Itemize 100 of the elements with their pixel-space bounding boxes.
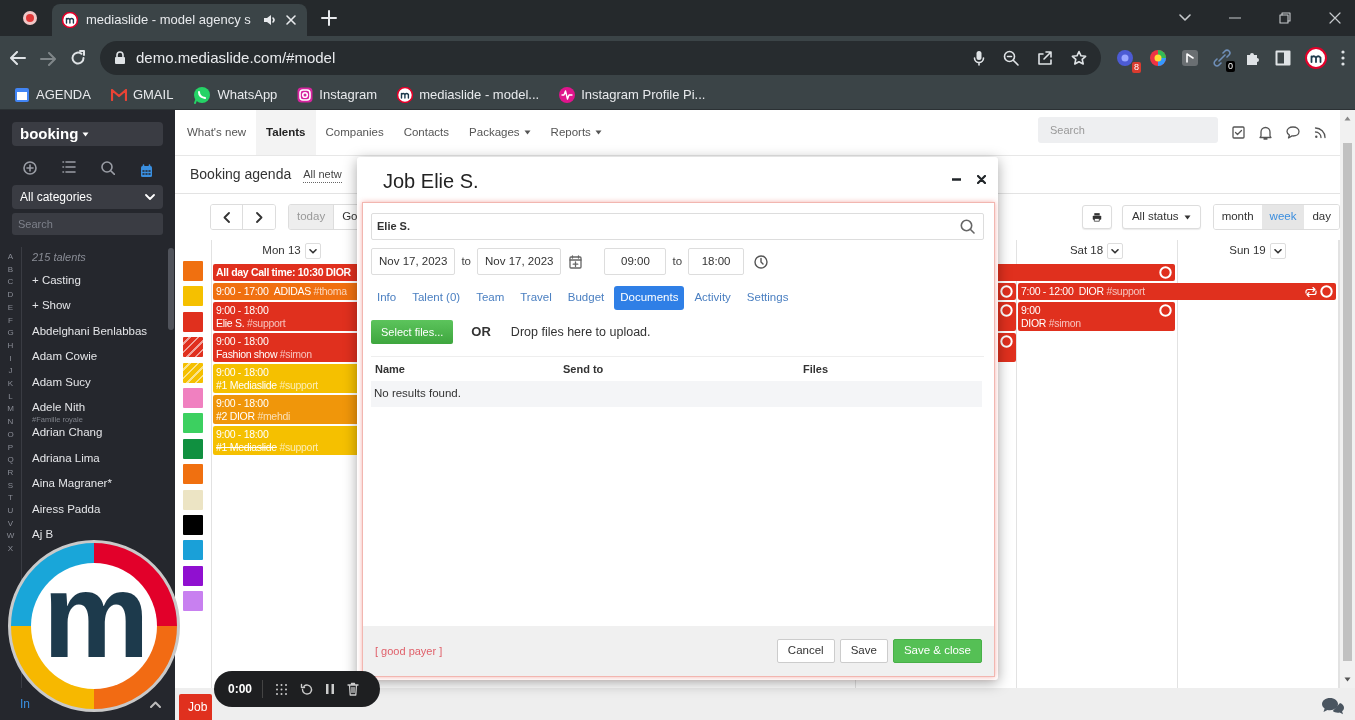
talent-item[interactable]: Airess Padda bbox=[32, 502, 101, 528]
color-swatch[interactable] bbox=[183, 591, 203, 612]
chat-icon[interactable] bbox=[1321, 696, 1345, 716]
job-tab[interactable]: Job bbox=[179, 694, 212, 720]
dialog-tab[interactable]: Info bbox=[371, 286, 403, 310]
grid-icon[interactable] bbox=[275, 682, 289, 696]
dialog-button[interactable]: Save bbox=[839, 639, 888, 663]
talent-field[interactable]: Elie S. bbox=[371, 213, 984, 240]
bell-icon[interactable] bbox=[1259, 125, 1272, 140]
alphabet-letter[interactable]: G bbox=[7, 327, 14, 340]
alphabet-letter[interactable]: C bbox=[7, 276, 14, 290]
talent-item[interactable]: Adrian Chang bbox=[32, 426, 103, 452]
status-dropdown[interactable]: All status bbox=[1121, 205, 1201, 229]
avatar-icon[interactable] bbox=[1305, 47, 1327, 69]
alphabet-letter[interactable]: F bbox=[8, 314, 13, 328]
share-icon[interactable] bbox=[1037, 50, 1053, 66]
color-swatch[interactable] bbox=[183, 514, 203, 535]
category-select[interactable]: All categories bbox=[12, 185, 163, 209]
workspace-dropdown[interactable]: booking bbox=[12, 122, 163, 146]
link-icon[interactable] bbox=[1213, 49, 1231, 67]
scroll-down-icon[interactable] bbox=[1344, 677, 1351, 682]
alphabet-letter[interactable]: M bbox=[7, 403, 14, 417]
reload-icon[interactable] bbox=[70, 50, 86, 66]
dialog-tab[interactable]: Budget bbox=[561, 286, 611, 310]
color-swatch[interactable] bbox=[183, 413, 203, 434]
close-icon[interactable] bbox=[977, 175, 986, 184]
nav-tab[interactable]: Talents bbox=[256, 110, 316, 155]
alphabet-letter[interactable]: D bbox=[7, 289, 14, 302]
date-field[interactable]: Nov 17, 2023 bbox=[477, 248, 562, 275]
day-menu-button[interactable] bbox=[1107, 243, 1124, 259]
list-icon[interactable] bbox=[61, 161, 76, 173]
alphabet-letter[interactable]: L bbox=[8, 390, 13, 404]
talent-item[interactable]: + Show bbox=[32, 299, 71, 325]
status-circle-icon[interactable] bbox=[1320, 285, 1333, 298]
search-field[interactable]: Search bbox=[1038, 117, 1218, 143]
day-menu-button[interactable] bbox=[1269, 243, 1286, 259]
bookmark[interactable]: Instagram Profile Pi... bbox=[559, 84, 706, 105]
color-swatch[interactable] bbox=[183, 489, 203, 510]
date-field[interactable]: Nov 17, 2023 bbox=[371, 248, 456, 275]
bookmark[interactable]: Instagram bbox=[297, 84, 378, 105]
alphabet-letter[interactable]: A bbox=[7, 251, 14, 264]
scrollbar-thumb[interactable] bbox=[1343, 143, 1352, 661]
search-icon[interactable] bbox=[100, 161, 115, 175]
dialog-button[interactable]: Cancel bbox=[776, 639, 835, 663]
chat-icon[interactable] bbox=[1286, 126, 1300, 139]
scrollbar-thumb[interactable] bbox=[168, 248, 174, 330]
time-field[interactable]: 18:00 bbox=[688, 248, 745, 275]
alphabet-letter[interactable]: H bbox=[7, 339, 14, 353]
status-circle-icon[interactable] bbox=[1000, 335, 1013, 348]
dialog-tab[interactable]: Settings bbox=[740, 286, 795, 310]
speaker-icon[interactable] bbox=[263, 14, 277, 26]
alphabet-letter[interactable]: P bbox=[7, 441, 14, 455]
undo-icon[interactable] bbox=[300, 682, 314, 696]
puzzle-icon[interactable] bbox=[1245, 50, 1261, 66]
browser-tab[interactable]: mediaslide - model agency s bbox=[52, 4, 307, 36]
nav-tab[interactable]: Packages bbox=[459, 110, 541, 155]
status-circle-icon[interactable] bbox=[1159, 266, 1172, 279]
alphabet-letter[interactable]: B bbox=[7, 263, 14, 277]
talent-item[interactable]: Abdelghani Benlabbas bbox=[32, 324, 148, 351]
bookmark[interactable]: GMAIL bbox=[110, 84, 174, 105]
add-icon[interactable] bbox=[22, 161, 37, 175]
sidebar-icon[interactable] bbox=[1275, 50, 1291, 66]
alphabet-letter[interactable]: R bbox=[7, 466, 14, 480]
alphabet-letter[interactable]: N bbox=[7, 416, 14, 429]
color-swatch[interactable] bbox=[183, 337, 203, 358]
calendar-add-icon[interactable] bbox=[569, 255, 583, 270]
color-swatch[interactable] bbox=[183, 540, 203, 561]
alphabet-letter[interactable]: E bbox=[7, 301, 14, 315]
address-bar[interactable]: demo.mediaslide.com/#model bbox=[100, 41, 1101, 75]
dialog-tab[interactable]: Activity bbox=[688, 286, 737, 310]
clock-icon[interactable] bbox=[754, 255, 769, 270]
alphabet-letter[interactable]: W bbox=[6, 530, 15, 544]
dialog-tab[interactable]: Travel bbox=[514, 286, 558, 310]
dialog-tab[interactable]: Documents bbox=[614, 286, 685, 310]
color-swatch[interactable] bbox=[183, 438, 203, 459]
bookmark[interactable]: WhatsApp bbox=[193, 84, 278, 105]
forward-icon[interactable] bbox=[40, 51, 56, 66]
zoom-icon[interactable] bbox=[1003, 50, 1019, 66]
footer-link[interactable]: In bbox=[20, 695, 30, 713]
alphabet-letter[interactable]: I bbox=[9, 352, 12, 366]
color-wheel-icon[interactable] bbox=[1149, 49, 1167, 67]
print-button[interactable] bbox=[1081, 205, 1112, 229]
talent-item[interactable]: Aj B bbox=[32, 527, 54, 554]
color-swatch[interactable] bbox=[183, 261, 203, 281]
time-field[interactable]: 09:00 bbox=[604, 248, 667, 275]
color-swatch[interactable] bbox=[183, 286, 203, 307]
status-circle-icon[interactable] bbox=[1000, 285, 1013, 298]
alphabet-letter[interactable]: O bbox=[7, 428, 14, 442]
alphabet-letter[interactable]: U bbox=[7, 505, 14, 518]
star-icon[interactable] bbox=[1071, 50, 1087, 66]
nav-tab[interactable]: Contacts bbox=[393, 110, 460, 155]
alphabet-letter[interactable]: S bbox=[7, 479, 14, 493]
nav-tab[interactable]: Reports bbox=[540, 110, 612, 155]
previous-button[interactable] bbox=[211, 205, 243, 229]
color-swatch[interactable] bbox=[183, 565, 203, 586]
color-swatch[interactable] bbox=[183, 362, 203, 383]
chevron-down-icon[interactable] bbox=[1179, 14, 1191, 22]
back-icon[interactable] bbox=[10, 51, 26, 65]
new-tab-icon[interactable] bbox=[321, 10, 337, 26]
talent-item[interactable]: Adam Sucy bbox=[32, 375, 91, 401]
